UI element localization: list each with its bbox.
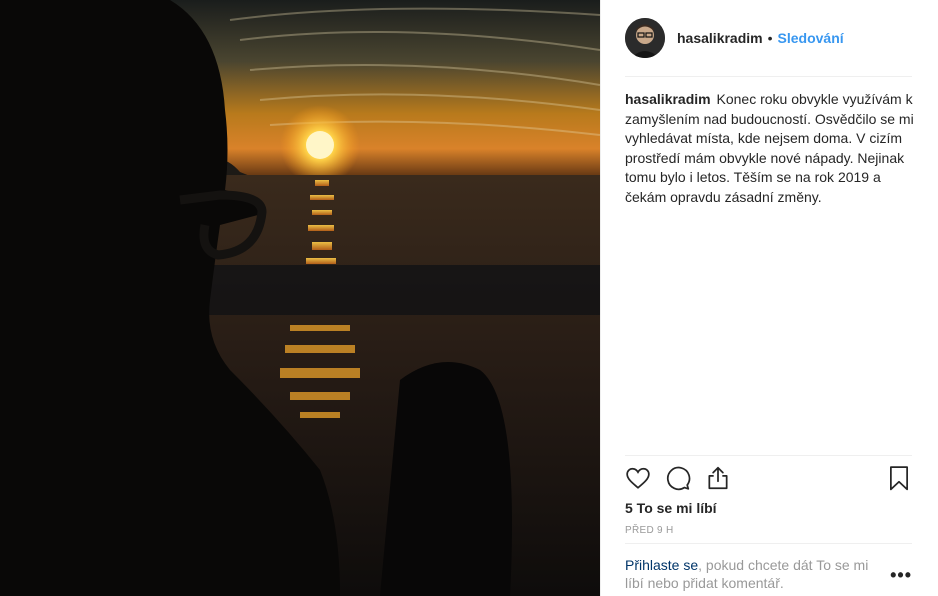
sunset-photo-image: [0, 0, 600, 596]
follow-button[interactable]: Sledování: [778, 30, 844, 46]
comment-icon[interactable]: [665, 465, 691, 491]
post-header: hasalikradim • Sledování: [625, 0, 912, 77]
caption-text: Konec roku obvykle využívám k zamyšlením…: [625, 91, 914, 205]
bookmark-icon[interactable]: [886, 465, 912, 491]
heart-icon[interactable]: [625, 465, 651, 491]
share-icon[interactable]: [705, 465, 731, 491]
likes-count[interactable]: 5 To se mi líbí: [625, 500, 717, 516]
post-timestamp[interactable]: PŘED 9 H: [625, 525, 674, 536]
login-message: Přihlaste se, pokud chcete dát To se mi …: [625, 556, 880, 592]
post-caption: hasalikradim Konec roku obvykle využívám…: [625, 90, 915, 207]
avatar-image: [625, 18, 665, 58]
post-details-panel: hasalikradim • Sledování hasalikradim Ko…: [600, 0, 938, 596]
avatar[interactable]: [625, 18, 665, 58]
caption-username[interactable]: hasalikradim: [625, 91, 711, 107]
login-prompt: Přihlaste se, pokud chcete dát To se mi …: [625, 543, 912, 596]
action-bar: [625, 455, 912, 500]
header-username[interactable]: hasalikradim: [677, 30, 763, 46]
header-separator: •: [767, 30, 773, 46]
login-link[interactable]: Přihlaste se: [625, 557, 698, 573]
more-options-icon[interactable]: •••: [890, 566, 912, 584]
post-photo[interactable]: [0, 0, 600, 596]
